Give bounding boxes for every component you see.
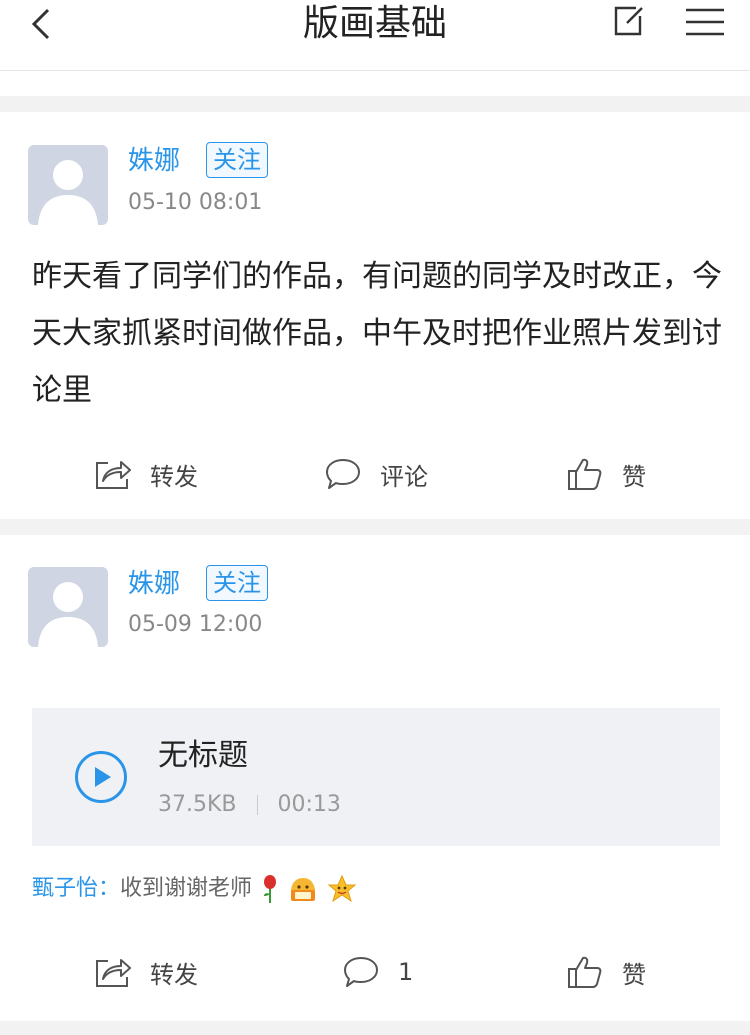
comment-count: 1 [398,958,414,986]
comment-text: 收到谢谢老师 [120,876,253,901]
section-divider [0,96,750,112]
audio-duration: 00:13 [277,792,341,817]
forward-icon [96,461,131,489]
section-divider [0,519,750,535]
received-emoji-icon [291,878,316,901]
like-icon [568,956,602,988]
menu-icon[interactable] [684,6,726,38]
post-content: 昨天看了同学们的作品，有问题的同学及时改正，今天大家抓紧时间做作品，中午及时把作… [32,259,722,408]
section-divider [0,1021,750,1035]
forward-button[interactable]: 转发 [94,454,198,494]
like-label: 赞 [622,960,646,989]
like-button[interactable]: 赞 [566,454,646,494]
audio-meta: 37.5KB 00:13 [158,790,341,820]
forward-label: 转发 [150,462,198,491]
avatar[interactable] [28,567,108,647]
comment-button[interactable]: 评论 [324,454,428,494]
follow-button[interactable]: 关注 [206,142,268,178]
post-time: 05-10 08:01 [128,190,263,215]
like-button[interactable]: 赞 [566,952,646,992]
play-icon[interactable] [74,750,128,804]
audio-size: 37.5KB [158,792,237,817]
meta-separator [256,795,258,815]
comment-icon [326,459,360,489]
comment-user[interactable]: 甄子怡： [32,876,120,901]
top-bar: 版画基础 [0,0,750,71]
avatar-placeholder-icon [38,582,98,647]
audio-attachment[interactable]: 无标题 37.5KB 00:13 [32,708,720,846]
star-emoji-icon [327,874,357,903]
username[interactable]: 姝娜 [128,144,180,178]
post-time: 05-09 12:00 [128,612,263,637]
rose-emoji-icon [264,875,277,903]
comment-icon [344,957,378,987]
forward-button[interactable]: 转发 [94,952,198,992]
follow-button[interactable]: 关注 [206,565,268,601]
username[interactable]: 姝娜 [128,567,180,601]
avatar[interactable] [28,145,108,225]
like-icon [568,458,602,490]
forward-label: 转发 [150,960,198,989]
comment-label: 评论 [380,462,428,491]
forward-icon [96,959,131,987]
edit-icon[interactable] [610,2,648,40]
audio-title: 无标题 [158,738,248,773]
comment-button[interactable]: 1 [342,952,413,992]
comment-preview[interactable]: 甄子怡：收到谢谢老师 [32,872,357,906]
avatar-placeholder-icon [38,160,98,225]
like-label: 赞 [622,462,646,491]
